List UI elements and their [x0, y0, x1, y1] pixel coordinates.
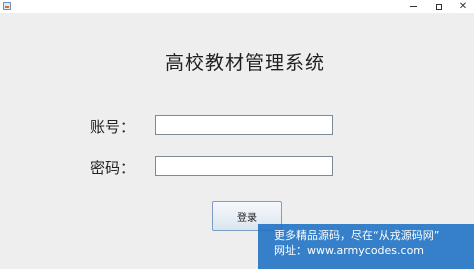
window-titlebar: ✕ — [0, 0, 474, 13]
close-icon: ✕ — [458, 1, 468, 12]
close-button[interactable]: ✕ — [452, 0, 474, 13]
password-label: 密码： — [90, 159, 136, 177]
maximize-icon — [436, 3, 442, 10]
watermark-banner: 更多精品源码，尽在“从戎源码网” 网址：www.armycodes.com — [258, 224, 474, 269]
page-title: 高校教材管理系统 — [164, 52, 325, 74]
minimize-button[interactable] — [402, 0, 424, 13]
watermark-line-2: 网址：www.armycodes.com — [274, 244, 425, 257]
account-label: 账号： — [90, 118, 136, 136]
account-input[interactable] — [155, 115, 333, 135]
password-input[interactable] — [155, 156, 333, 176]
minimize-icon — [409, 6, 417, 7]
app-icon — [3, 2, 11, 10]
watermark-line-1: 更多精品源码，尽在“从戎源码网” — [274, 229, 440, 242]
maximize-button[interactable] — [428, 0, 450, 13]
